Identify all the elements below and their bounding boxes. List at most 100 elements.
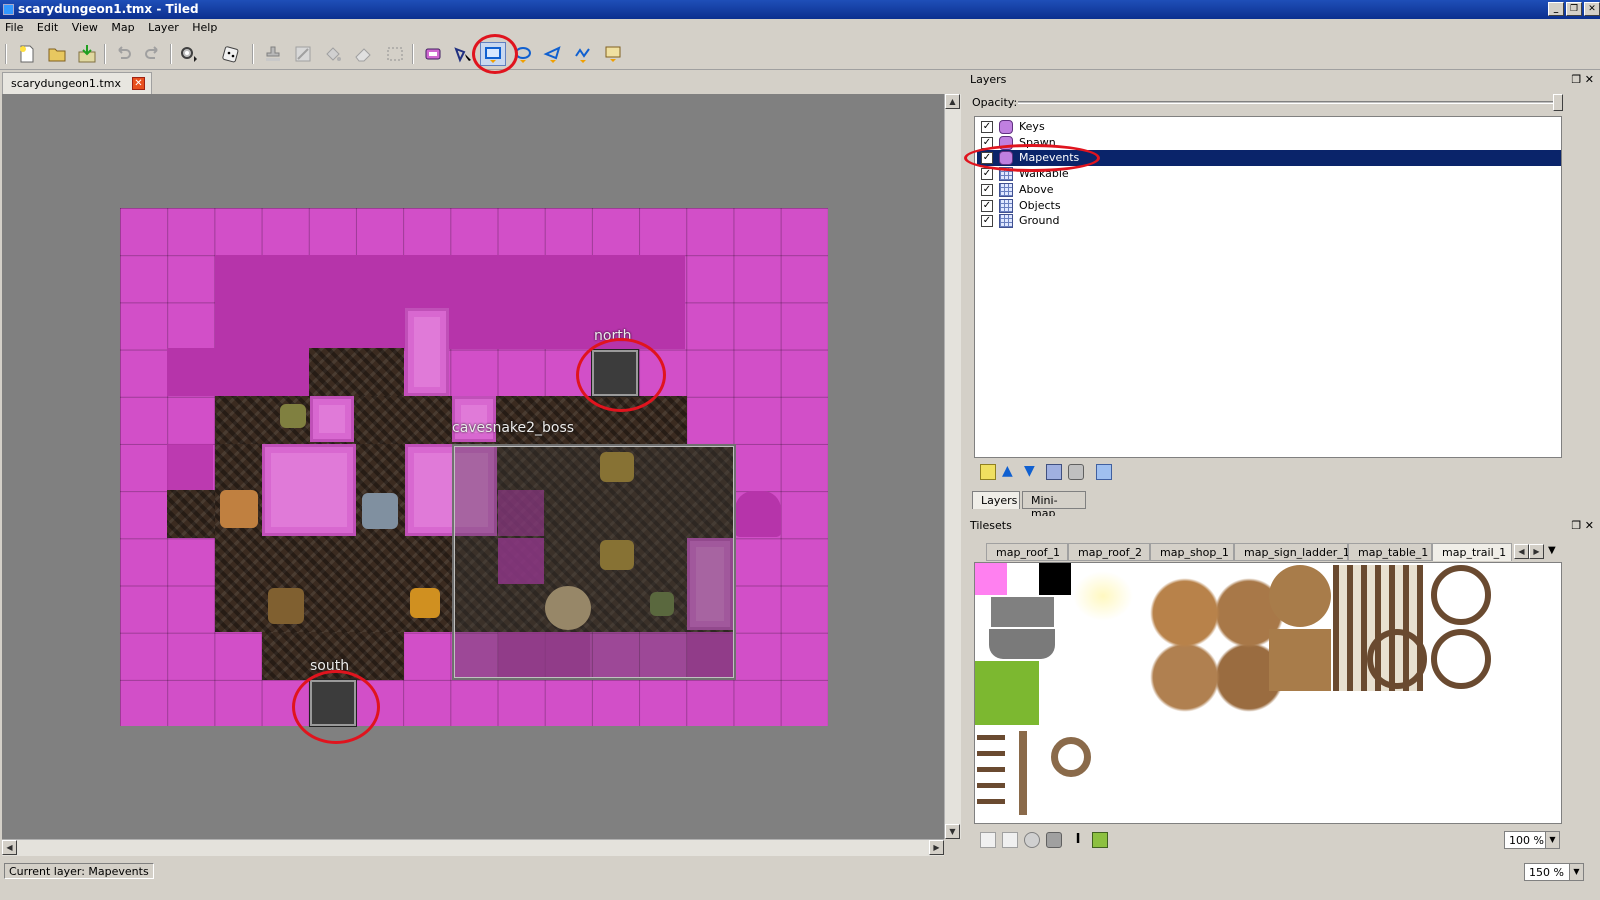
chevron-down-icon[interactable]: ▼	[1545, 832, 1559, 848]
menu-map[interactable]: Map	[106, 19, 139, 36]
tileset-tile[interactable]	[977, 735, 1005, 815]
layer-visibility-checkbox[interactable]: ✓	[981, 215, 993, 228]
undo-icon[interactable]	[110, 42, 136, 66]
tileset-tile[interactable]	[1019, 731, 1027, 815]
magic-wand-icon[interactable]	[420, 42, 446, 66]
tileset-tile[interactable]	[991, 597, 1055, 627]
select-objects-icon[interactable]	[450, 42, 476, 66]
tileset-view[interactable]	[974, 562, 1562, 824]
chevron-down-icon[interactable]: ▼	[1569, 864, 1583, 880]
tileset-tile[interactable]	[975, 563, 1007, 595]
tab-scroll-right-icon[interactable]: ▶	[1529, 544, 1544, 559]
tileset-tile[interactable]	[1431, 565, 1491, 625]
south-event-object[interactable]	[309, 679, 357, 727]
automap-icon[interactable]	[176, 42, 202, 66]
layer-visibility-checkbox[interactable]: ✓	[981, 121, 993, 133]
eraser-icon[interactable]	[350, 42, 376, 66]
terrain-brush-icon[interactable]	[290, 42, 316, 66]
insert-polygon-icon[interactable]	[540, 42, 566, 66]
tileset-tile[interactable]	[975, 661, 1039, 725]
tab-map-table-1[interactable]: map_table_1	[1348, 543, 1432, 561]
boss-event-object[interactable]	[452, 444, 736, 680]
layer-row[interactable]: ✓ Objects	[977, 198, 1561, 214]
maximize-button[interactable]: ❐	[1566, 2, 1582, 16]
delete-layer-icon[interactable]	[1068, 464, 1084, 480]
north-event-object[interactable]	[591, 349, 639, 397]
tileset-zoom-select[interactable]: 100 % ▼	[1504, 831, 1560, 849]
layer-visibility-checkbox[interactable]: ✓	[981, 136, 993, 149]
tileset-tile[interactable]	[1039, 563, 1071, 595]
new-tileset-icon[interactable]	[980, 832, 996, 848]
layer-row[interactable]: ✓ Ground	[977, 213, 1561, 229]
scroll-right-icon[interactable]: ▶	[929, 840, 944, 855]
opacity-slider-handle[interactable]	[1553, 94, 1563, 111]
bucket-fill-icon[interactable]	[320, 42, 346, 66]
tab-map-sign-ladder-1[interactable]: map_sign_ladder_1	[1234, 543, 1350, 561]
tab-layers[interactable]: Layers	[972, 491, 1020, 509]
lower-layer-icon[interactable]: ▼	[1024, 464, 1040, 480]
import-tileset-icon[interactable]	[1002, 832, 1018, 848]
tab-list-icon[interactable]: ▼	[1548, 545, 1556, 556]
layer-row[interactable]: ✓ Spawn	[977, 135, 1561, 151]
rename-tileset-icon[interactable]: I	[1070, 832, 1086, 848]
insert-tile-icon[interactable]	[600, 42, 626, 66]
save-file-icon[interactable]	[74, 42, 100, 66]
menu-help[interactable]: Help	[187, 19, 222, 36]
map-horizontal-scrollbar[interactable]: ◀ ▶	[2, 839, 944, 856]
tab-scroll-left-icon[interactable]: ◀	[1514, 544, 1529, 559]
raise-layer-icon[interactable]: ▲	[1002, 464, 1018, 480]
layer-row[interactable]: ✓ Keys	[977, 119, 1561, 135]
layer-visibility-checkbox[interactable]: ✓	[981, 152, 993, 165]
edit-terrain-icon[interactable]	[1092, 832, 1108, 848]
close-window-button[interactable]: ✕	[1584, 2, 1600, 16]
insert-rectangle-icon[interactable]	[480, 42, 506, 66]
layer-visibility-checkbox[interactable]: ✓	[981, 199, 993, 212]
tileset-tile[interactable]	[1007, 563, 1039, 595]
rectangle-select-icon[interactable]	[382, 42, 408, 66]
menu-file[interactable]: File	[0, 19, 28, 36]
tab-map-shop-1[interactable]: map_shop_1	[1150, 543, 1234, 561]
scroll-left-icon[interactable]: ◀	[2, 840, 17, 855]
scroll-up-icon[interactable]: ▲	[945, 94, 960, 109]
random-mode-icon[interactable]	[218, 42, 244, 66]
tileset-tile[interactable]	[1073, 571, 1133, 621]
tab-map-roof-1[interactable]: map_roof_1	[986, 543, 1068, 561]
map-view[interactable]: cavesnake2_boss north south	[2, 94, 944, 839]
dungeon-map[interactable]: cavesnake2_boss north south	[120, 208, 828, 727]
tileset-tile[interactable]	[989, 629, 1055, 659]
map-vertical-scrollbar[interactable]: ▲ ▼	[944, 94, 961, 839]
layer-row[interactable]: ✓ Above	[977, 182, 1561, 198]
dock-float-close-icon[interactable]: ❐ ✕	[1571, 73, 1594, 86]
tileset-tile[interactable]	[1051, 737, 1091, 777]
layer-visibility-checkbox[interactable]: ✓	[981, 168, 993, 181]
dock-float-close-icon[interactable]: ❐ ✕	[1571, 519, 1594, 532]
redo-icon[interactable]	[140, 42, 166, 66]
tileset-properties-icon[interactable]	[1024, 832, 1040, 848]
toggle-other-layers-icon[interactable]	[1096, 464, 1112, 480]
document-tab[interactable]: scarydungeon1.tmx ✕	[2, 72, 152, 94]
tileset-tile[interactable]	[1431, 629, 1491, 689]
opacity-slider[interactable]	[1018, 101, 1560, 104]
tileset-tile[interactable]	[1367, 629, 1427, 689]
tab-map-trail-1[interactable]: map_trail_1	[1432, 543, 1512, 561]
map-zoom-select[interactable]: 150 % ▼	[1524, 863, 1584, 881]
tab-minimap[interactable]: Mini-map	[1022, 491, 1086, 520]
menu-layer[interactable]: Layer	[143, 19, 184, 36]
new-file-icon[interactable]	[14, 42, 40, 66]
layer-row[interactable]: ✓ Walkable	[977, 166, 1561, 182]
layer-visibility-checkbox[interactable]: ✓	[981, 183, 993, 196]
insert-ellipse-icon[interactable]	[510, 42, 536, 66]
stamp-brush-icon[interactable]	[260, 42, 286, 66]
duplicate-layer-icon[interactable]	[1046, 464, 1062, 480]
scroll-down-icon[interactable]: ▼	[945, 824, 960, 839]
tab-map-roof-2[interactable]: map_roof_2	[1068, 543, 1150, 561]
menu-edit[interactable]: Edit	[32, 19, 63, 36]
minimize-button[interactable]: _	[1548, 2, 1564, 16]
tileset-tile[interactable]	[1269, 565, 1331, 627]
layer-row[interactable]: ✓ Mapevents	[977, 150, 1561, 167]
delete-tileset-icon[interactable]	[1046, 832, 1062, 848]
tileset-tile[interactable]	[1269, 629, 1331, 691]
insert-polyline-icon[interactable]	[570, 42, 596, 66]
open-file-icon[interactable]	[44, 42, 70, 66]
add-layer-icon[interactable]	[980, 464, 996, 480]
